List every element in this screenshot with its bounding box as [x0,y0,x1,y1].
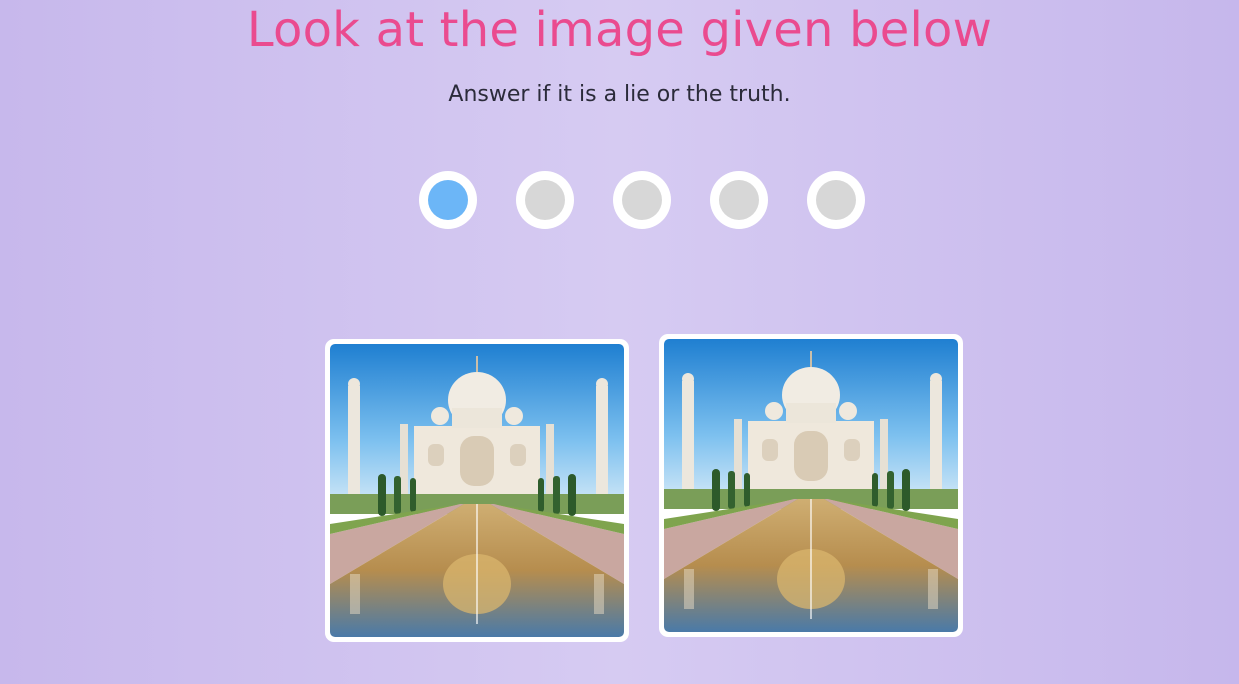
step-dot-fill [816,180,856,220]
step-indicator [419,171,865,229]
step-dot-3[interactable] [613,171,671,229]
image-card-left[interactable] [325,339,629,642]
taj-mahal-image [330,344,624,637]
step-dot-2[interactable] [516,171,574,229]
taj-mahal-image [664,339,958,632]
step-dot-fill [719,180,759,220]
page-title: Look at the image given below [246,2,993,58]
image-card-right[interactable] [659,334,963,637]
step-dot-fill [622,180,662,220]
instruction-text: Answer if it is a lie or the truth. [448,82,791,107]
step-dot-fill [428,180,468,220]
step-dot-5[interactable] [807,171,865,229]
step-dot-1[interactable] [419,171,477,229]
step-dot-4[interactable] [710,171,768,229]
step-dot-fill [525,180,565,220]
